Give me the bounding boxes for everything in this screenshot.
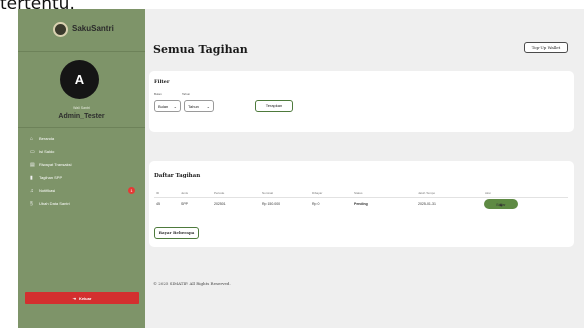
- sidebar-item-label: Riwayat Transaksi: [39, 162, 72, 167]
- column-header: ID: [156, 191, 159, 195]
- bill-status: Pending: [354, 202, 368, 206]
- filter-card: Filter Bulan Tahun Bulan ⌄ Tahun ⌄ Terap…: [149, 71, 574, 132]
- year-label: Tahun: [182, 92, 191, 96]
- apply-filter-button[interactable]: Terapkan: [255, 100, 293, 112]
- brand[interactable]: SakuSantri: [18, 9, 145, 51]
- sidebar-item-isi-saldo[interactable]: ▭ Isi Saldo: [18, 145, 145, 158]
- pay-button-label: Bayar: [496, 203, 506, 207]
- year-select-value: Tahun: [188, 103, 199, 109]
- logout-icon: ⇥: [72, 295, 76, 301]
- bills-title: Daftar Tagihan: [154, 173, 201, 179]
- bill-period: 202501: [214, 202, 226, 206]
- table-row: 45 SPP 202501 Rp 150.000 Rp 0 Pending 20…: [154, 198, 568, 210]
- sidebar-item-riwayat-transaksi[interactable]: ▤ Riwayat Transaksi: [18, 158, 145, 171]
- bill-paid: Rp 0: [312, 202, 320, 206]
- table-header: ID Jenis Periode Nominal Dibayar Status …: [154, 188, 568, 198]
- student-data-icon: §: [30, 200, 33, 207]
- column-header: Jatuh Tempo: [418, 191, 436, 195]
- filter-title: Filter: [154, 79, 170, 85]
- sidebar-item-label: Beranda: [39, 136, 55, 141]
- column-header: Dibayar: [312, 191, 323, 195]
- month-label: Bulan: [154, 92, 162, 96]
- sidebar-item-beranda[interactable]: ⌂ Beranda: [18, 132, 145, 145]
- page-title: Semua Tagihan: [153, 43, 248, 56]
- bell-icon: ♫: [30, 187, 34, 194]
- chevron-down-icon: ⌄: [206, 103, 210, 109]
- main-content: Semua Tagihan Top-Up Wallet Filter Bulan…: [145, 9, 584, 328]
- pay-several-button[interactable]: Bayar Beberapa: [154, 227, 199, 239]
- logout-button[interactable]: ⇥ Keluar: [25, 292, 139, 304]
- bill-due-date: 2025-01-31: [418, 202, 436, 206]
- sidebar-item-label: Isi Saldo: [39, 149, 55, 154]
- topup-wallet-button[interactable]: Top-Up Wallet: [524, 42, 568, 53]
- notification-badge: 1: [128, 187, 135, 194]
- card-icon: ▭: [30, 148, 35, 155]
- column-header: Periode: [214, 191, 225, 195]
- brand-logo-icon: [53, 22, 68, 37]
- chevron-down-icon: ⌄: [173, 103, 177, 109]
- month-select[interactable]: Bulan ⌄: [154, 100, 181, 112]
- username: Admin_Tester: [58, 113, 105, 120]
- column-header: Jenis: [181, 191, 189, 195]
- sidebar-item-label: Notifikasi: [39, 188, 56, 193]
- month-select-value: Bulan: [158, 103, 169, 109]
- sidebar-item-notifikasi[interactable]: ♫ Notifikasi 1: [18, 184, 145, 197]
- divider: [18, 127, 145, 128]
- invoice-icon: ▮: [30, 174, 33, 181]
- footer-copyright: © 2025 SIMATIP. All Rights Reserved.: [153, 281, 231, 286]
- receipt-icon: ▤: [30, 161, 35, 168]
- brand-name: SakuSantri: [72, 24, 114, 33]
- sidebar-item-label: Ubah Data Santri: [39, 201, 70, 206]
- home-icon: ⌂: [30, 135, 34, 142]
- year-select[interactable]: Tahun ⌄: [184, 100, 214, 112]
- user-role: Wali Santri: [73, 106, 90, 110]
- column-header: Nominal: [262, 191, 274, 195]
- bills-card: Daftar Tagihan ID Jenis Periode Nominal …: [149, 161, 574, 247]
- bill-amount: Rp 150.000: [262, 202, 281, 206]
- sidebar-menu: ⌂ Beranda ▭ Isi Saldo ▤ Riwayat Transaks…: [18, 132, 145, 210]
- pay-button[interactable]: ▣ Bayar: [484, 199, 518, 209]
- avatar: A: [60, 60, 99, 99]
- column-header: Status: [354, 191, 363, 195]
- sidebar-item-ubah-data-santri[interactable]: § Ubah Data Santri: [18, 197, 145, 210]
- sidebar: SakuSantri A Wali Santri Admin_Tester ⌂ …: [18, 9, 145, 328]
- bills-table: ID Jenis Periode Nominal Dibayar Status …: [154, 188, 568, 210]
- column-header: Aksi: [485, 191, 491, 195]
- divider: [18, 51, 145, 52]
- bill-id: 45: [156, 202, 160, 206]
- bill-type: SPP: [181, 202, 189, 206]
- sidebar-item-label: Tagihan SPP: [39, 175, 63, 180]
- sidebar-item-tagihan-spp[interactable]: ▮ Tagihan SPP: [18, 171, 145, 184]
- logout-label: Keluar: [78, 295, 92, 301]
